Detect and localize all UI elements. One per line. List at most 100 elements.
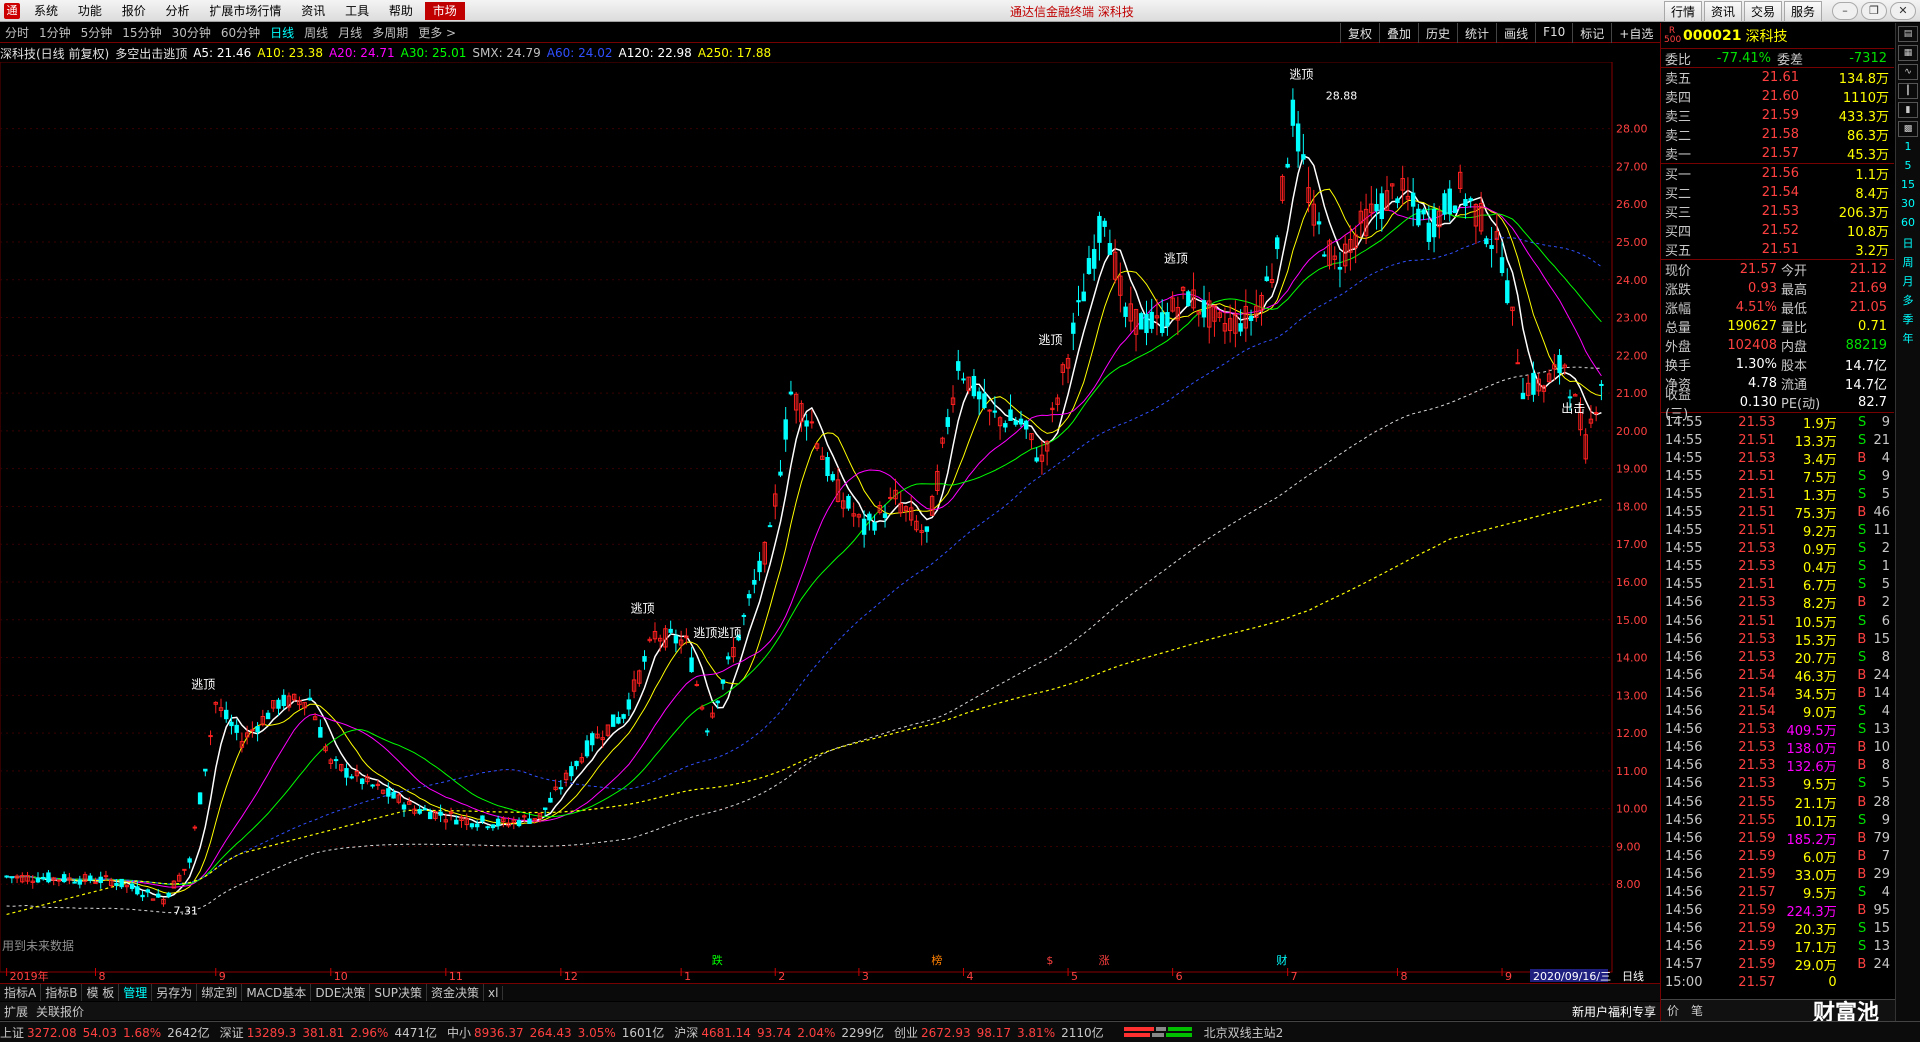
period-shortcut[interactable]: 月 <box>1898 273 1918 289</box>
kline-icon[interactable]: ┃ <box>1898 83 1918 99</box>
period-shortcut[interactable]: 30 <box>1898 197 1918 213</box>
index-quote[interactable]: 中小 8936.37 264.43 3.05% 1601亿 <box>447 1024 664 1041</box>
period-5min[interactable]: 5分钟 <box>76 24 118 41</box>
app-logo-icon[interactable]: 通 <box>4 2 20 19</box>
menu-system[interactable]: 系统 <box>26 4 66 18</box>
history-button[interactable]: 历史 <box>1418 23 1457 43</box>
bid-row[interactable]: 买四 21.52 10.8万 <box>1661 221 1894 240</box>
tab-indicator-b[interactable]: 指标B <box>41 984 83 1001</box>
index-pct: 2.04% <box>797 1025 836 1040</box>
promo-link[interactable]: 新用户福利专享 <box>1568 1003 1660 1020</box>
tab-fund[interactable]: 资金决策 <box>427 984 485 1001</box>
period-15min[interactable]: 15分钟 <box>117 24 166 41</box>
period-weekly[interactable]: 周线 <box>299 24 333 41</box>
period-shortcut[interactable]: 季 <box>1898 311 1918 327</box>
line-icon[interactable]: ∿ <box>1898 64 1918 80</box>
ask-row[interactable]: 卖三 21.59 433.3万 <box>1661 106 1894 125</box>
tab-save-as[interactable]: 另存为 <box>152 984 198 1001</box>
f10-button[interactable]: F10 <box>1535 23 1572 43</box>
index-quote[interactable]: 沪深 4681.14 93.74 2.04% 2299亿 <box>674 1024 884 1041</box>
menu-ext-market[interactable]: 扩展市场行情 <box>201 4 289 18</box>
news-button[interactable]: 资讯 <box>1703 1 1742 22</box>
close-icon[interactable]: ✕ <box>1890 2 1916 20</box>
tick-direction: B <box>1857 848 1867 864</box>
server-name[interactable]: 北京双线主站2 <box>1204 1024 1284 1041</box>
period-shortcut[interactable]: 日 <box>1898 235 1918 251</box>
ask-row[interactable]: 卖一 21.57 45.3万 <box>1661 144 1894 163</box>
period-shortcut[interactable]: 60 <box>1898 216 1918 232</box>
bar-icon[interactable]: ▮ <box>1898 102 1918 118</box>
tab-dde[interactable]: DDE决策 <box>311 984 371 1001</box>
tick-time: 14:56 <box>1665 649 1703 665</box>
restore-rights-button[interactable]: 复权 <box>1340 23 1379 43</box>
tab-template[interactable]: 模 板 <box>82 984 120 1001</box>
tick-time: 14:56 <box>1665 939 1703 955</box>
period-daily[interactable]: 日线 <box>265 24 299 41</box>
restore-icon[interactable]: ❐ <box>1861 2 1887 20</box>
draw-line-button[interactable]: 画线 <box>1496 23 1535 43</box>
ma-line-a120 <box>6 366 1602 914</box>
bid-row[interactable]: 买五 21.51 3.2万 <box>1661 240 1894 259</box>
minimize-icon[interactable]: – <box>1832 2 1858 20</box>
period-shortcut[interactable]: 多 <box>1898 292 1918 308</box>
trade-button[interactable]: 交易 <box>1743 1 1782 22</box>
tab-sup[interactable]: SUP决策 <box>370 984 428 1001</box>
tick-count: 24 <box>1873 667 1890 683</box>
ask-row[interactable]: 卖二 21.58 86.3万 <box>1661 125 1894 144</box>
menu-analysis[interactable]: 分析 <box>158 4 198 18</box>
index-quote[interactable]: 创业 2672.93 98.17 3.81% 2110亿 <box>894 1024 1104 1041</box>
bid-row[interactable]: 买三 21.53 206.3万 <box>1661 202 1894 221</box>
period-monthly[interactable]: 月线 <box>333 24 367 41</box>
grid-icon[interactable]: ▩ <box>1898 121 1918 137</box>
chart-icon[interactable]: ▤ <box>1898 26 1918 42</box>
related-quote-button[interactable]: 关联报价 <box>32 1003 88 1020</box>
menu-tools[interactable]: 工具 <box>337 4 377 18</box>
table-icon[interactable]: ▦ <box>1898 45 1918 61</box>
tick-list[interactable]: 14:55 21.53 1.9万 S 9 14:55 21.51 13.3万 S 21 14:55 2… <box>1661 413 1894 992</box>
period-intraday[interactable]: 分时 <box>0 24 34 41</box>
tick-price: 21.53 <box>1738 559 1776 575</box>
kline-svg[interactable]: 28.0027.0026.0025.0024.0023.0022.0021.00… <box>0 62 1660 982</box>
period-shortcut[interactable]: 年 <box>1898 330 1918 346</box>
period-1min[interactable]: 1分钟 <box>34 24 76 41</box>
quote-button[interactable]: 行情 <box>1663 1 1702 22</box>
period-30min[interactable]: 30分钟 <box>167 24 216 41</box>
statistics-button[interactable]: 统计 <box>1457 23 1496 43</box>
foot-tick-tab[interactable]: 笔 <box>1685 1002 1709 1019</box>
x-tick-label: 9 <box>219 970 226 982</box>
add-watchlist-button[interactable]: +自选 <box>1611 23 1660 43</box>
ask-row[interactable]: 卖四 21.60 1110万 <box>1661 87 1894 106</box>
extend-button[interactable]: 扩展 <box>0 1003 32 1020</box>
stat-value: 88219 <box>1845 338 1887 353</box>
period-shortcut[interactable]: 15 <box>1898 178 1918 194</box>
period-shortcut[interactable]: 5 <box>1898 159 1918 175</box>
index-quote[interactable]: 深证 13289.3 381.81 2.96% 4471亿 <box>220 1024 437 1041</box>
tick-row: 14:56 21.57 9.5万 S 4 <box>1661 883 1894 902</box>
ask-row[interactable]: 卖五 21.61 134.8万 <box>1661 68 1894 87</box>
bid-row[interactable]: 买二 21.54 8.4万 <box>1661 183 1894 202</box>
kline-chart[interactable]: 28.00 27.00 26.00 25.00 24.00 23.00 22.00 21.00… <box>0 62 1660 982</box>
tab-macd[interactable]: MACD基本 <box>242 984 312 1001</box>
menu-function[interactable]: 功能 <box>70 4 110 18</box>
tab-bind-to[interactable]: 绑定到 <box>197 984 243 1001</box>
index-quote[interactable]: 上证 3272.08 54.03 1.68% 2642亿 <box>0 1024 210 1041</box>
formula-name[interactable]: 多空出击逃顶 <box>115 45 187 62</box>
bid-row[interactable]: 买一 21.56 1.1万 <box>1661 164 1894 183</box>
menu-help[interactable]: 帮助 <box>381 4 421 18</box>
tab-manage[interactable]: 管理 <box>119 984 153 1001</box>
period-shortcut[interactable]: 周 <box>1898 254 1918 270</box>
period-60min[interactable]: 60分钟 <box>216 24 265 41</box>
period-multi[interactable]: 多周期 <box>367 24 413 41</box>
menu-market[interactable]: 市场 <box>424 2 465 20</box>
tab-xl[interactable]: xl <box>484 985 504 1000</box>
menu-quote[interactable]: 报价 <box>114 4 154 18</box>
service-button[interactable]: 服务 <box>1783 1 1822 22</box>
candle-body <box>1395 198 1400 204</box>
period-shortcut[interactable]: 1 <box>1898 140 1918 156</box>
tab-indicator-a[interactable]: 指标A <box>0 984 42 1001</box>
mark-button[interactable]: 标记 <box>1572 23 1611 43</box>
foot-price-tab[interactable]: 价 <box>1661 1002 1685 1019</box>
period-more[interactable]: 更多 > <box>413 24 461 41</box>
menu-news[interactable]: 资讯 <box>293 4 333 18</box>
overlay-button[interactable]: 叠加 <box>1379 23 1418 43</box>
